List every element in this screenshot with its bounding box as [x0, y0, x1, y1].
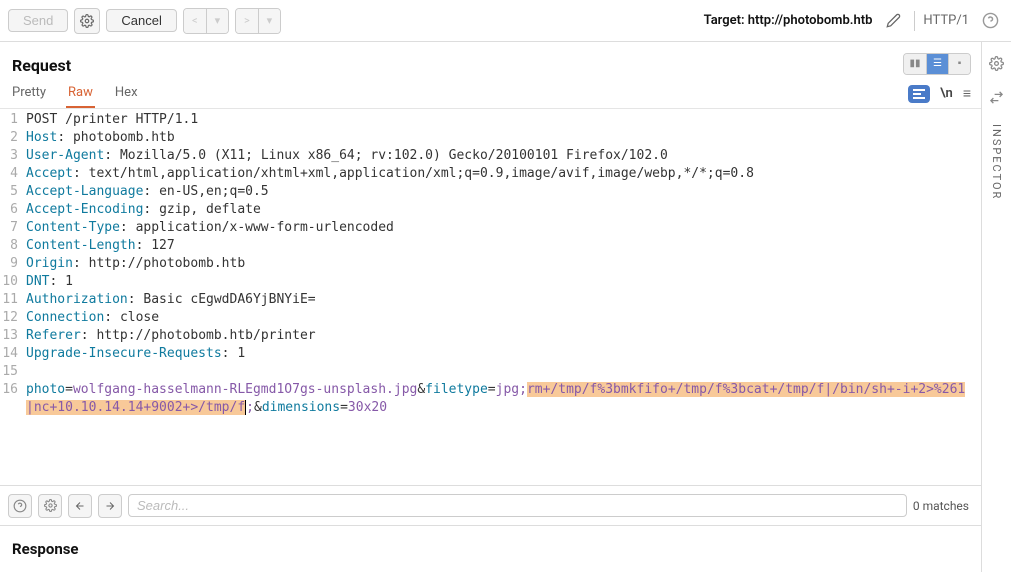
request-editor[interactable]: 1POST /printer HTTP/1.1 2Host: photobomb… — [0, 109, 981, 485]
actions-button[interactable] — [908, 85, 930, 103]
request-heading: Request — [10, 48, 71, 79]
http-version-label: HTTP/1 — [923, 13, 969, 28]
history-forward-group: > ▾ — [235, 8, 281, 34]
settings-button[interactable] — [74, 8, 100, 34]
arrow-right-icon — [104, 500, 116, 512]
expand-icon — [989, 90, 1004, 105]
pencil-icon — [886, 13, 901, 28]
hamburger-button[interactable]: ≡ — [963, 85, 971, 102]
toolbar-divider — [914, 11, 915, 31]
layout-columns[interactable]: ▮▮ — [904, 54, 926, 74]
main-layout: Request ▮▮ ☰ ▪ Pretty Raw Hex \n ≡ — [0, 42, 1011, 572]
arrow-left-icon — [74, 500, 86, 512]
layout-rows[interactable]: ☰ — [926, 54, 948, 74]
layout-toggle: ▮▮ ☰ ▪ — [903, 53, 971, 75]
tab-raw[interactable]: Raw — [66, 79, 95, 108]
search-bar: 0 matches — [0, 485, 981, 525]
help-icon — [982, 12, 999, 29]
request-header-row: Request ▮▮ ☰ ▪ — [0, 42, 981, 79]
pretty-icon — [913, 89, 925, 99]
tab-pretty[interactable]: Pretty — [10, 79, 48, 108]
toolbar-left: Send Cancel < ▾ > ▾ — [8, 8, 281, 34]
tab-hex[interactable]: Hex — [113, 79, 140, 108]
search-match-count: 0 matches — [913, 499, 973, 513]
toolbar-right: Target: http://photobomb.htb HTTP/1 — [704, 8, 1003, 34]
top-toolbar: Send Cancel < ▾ > ▾ Target: http://photo… — [0, 0, 1011, 42]
gear-icon — [80, 14, 94, 28]
search-prev-button[interactable] — [68, 494, 92, 518]
newline-toggle[interactable]: \n — [940, 86, 953, 101]
side-settings-button[interactable] — [984, 50, 1010, 76]
send-button[interactable]: Send — [8, 9, 68, 32]
search-input[interactable] — [128, 494, 907, 517]
edit-target-button[interactable] — [880, 8, 906, 34]
response-heading: Response — [0, 525, 981, 572]
history-back-group: < ▾ — [183, 8, 229, 34]
side-expand-button[interactable] — [984, 84, 1010, 110]
history-forward-dropdown[interactable]: ▾ — [258, 9, 280, 33]
gear-icon — [44, 499, 57, 512]
help-icon — [13, 499, 27, 513]
request-line: POST /printer HTTP/1.1 — [26, 112, 198, 127]
side-column: INSPECTOR — [981, 42, 1011, 572]
history-forward-button[interactable]: > — [236, 9, 258, 33]
request-tabs: Pretty Raw Hex — [10, 79, 140, 108]
cancel-button[interactable]: Cancel — [106, 9, 176, 32]
search-next-button[interactable] — [98, 494, 122, 518]
inspector-label[interactable]: INSPECTOR — [990, 124, 1003, 200]
request-tabs-row: Pretty Raw Hex \n ≡ — [0, 79, 981, 109]
content-column: Request ▮▮ ☰ ▪ Pretty Raw Hex \n ≡ — [0, 42, 981, 572]
search-settings-button[interactable] — [38, 494, 62, 518]
search-help-button[interactable] — [8, 494, 32, 518]
tab-right-icons: \n ≡ — [908, 85, 971, 103]
target-label: Target: http://photobomb.htb — [704, 13, 873, 28]
help-button[interactable] — [977, 8, 1003, 34]
gear-icon — [989, 56, 1004, 71]
history-back-dropdown[interactable]: ▾ — [206, 9, 228, 33]
layout-single[interactable]: ▪ — [948, 54, 970, 74]
history-back-button[interactable]: < — [184, 9, 206, 33]
